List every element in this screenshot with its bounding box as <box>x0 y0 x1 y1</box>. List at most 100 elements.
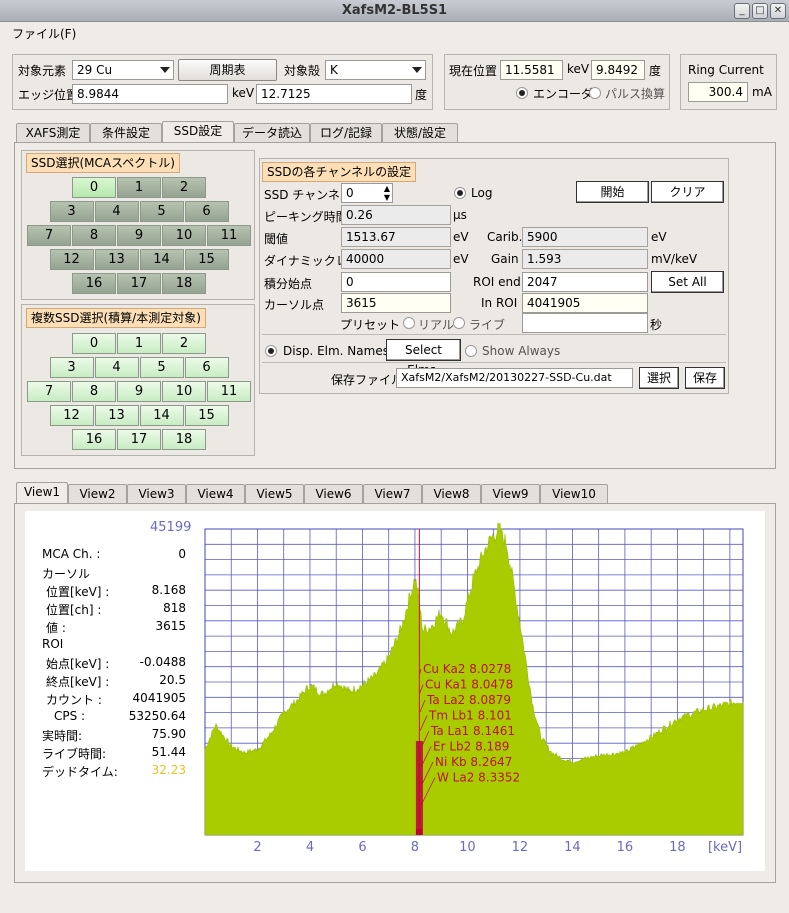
ssd-channel-button-11[interactable]: 11 <box>207 225 251 246</box>
ssd-channel-button-2[interactable]: 2 <box>162 177 206 198</box>
view-tab-8[interactable]: View8 <box>422 484 481 503</box>
spectrum-chart[interactable]: Cu Ka2 8.0278 Cu Ka1 8.0478Ta La2 8.0879 T… <box>25 511 765 871</box>
view-tab-6[interactable]: View6 <box>304 484 363 503</box>
tab-ssd[interactable]: SSD設定 <box>162 121 234 143</box>
shell-combo[interactable]: K <box>325 60 426 80</box>
multi-channel-button-5[interactable]: 5 <box>139 357 184 378</box>
threshold-unit: eV <box>453 230 469 244</box>
integ-start-field[interactable]: 0 <box>341 272 451 292</box>
view-tab-2[interactable]: View2 <box>68 484 127 503</box>
peaking-unit: μs <box>453 208 467 222</box>
multi-channel-button-9[interactable]: 9 <box>117 381 161 402</box>
edge-kev-field[interactable]: 8.9844 <box>72 84 228 104</box>
ssd-channel-button-9[interactable]: 9 <box>117 225 161 246</box>
pulse-radio[interactable] <box>589 87 601 99</box>
ssd-channel-button-10[interactable]: 10 <box>162 225 206 246</box>
ssd-channel-spin[interactable]: 0 ▲ ▼ <box>341 183 393 203</box>
ssd-channel-button-12[interactable]: 12 <box>49 249 94 270</box>
x-tick-label: 2 <box>253 840 261 855</box>
peaking-field[interactable]: 0.26 <box>341 205 451 225</box>
start-button[interactable]: 開始 <box>576 181 649 203</box>
tab-log[interactable]: ログ/記録 <box>310 123 382 142</box>
select-elms-button[interactable]: Select Elms. <box>386 339 461 377</box>
multi-channel-button-1[interactable]: 1 <box>117 333 161 354</box>
in-roi-field: 4041905 <box>522 293 648 313</box>
view-tab-7[interactable]: View7 <box>363 484 422 503</box>
ssd-channel-button-14[interactable]: 14 <box>139 249 184 270</box>
multi-channel-button-4[interactable]: 4 <box>94 357 139 378</box>
ssd-channel-button-18[interactable]: 18 <box>162 273 206 294</box>
ssd-channel-button-4[interactable]: 4 <box>94 201 139 222</box>
ssd-channel-button-7[interactable]: 7 <box>27 225 71 246</box>
multi-channel-button-15[interactable]: 15 <box>184 405 229 426</box>
threshold-label: 閾値 <box>264 232 289 246</box>
tab-data-load[interactable]: データ読込 <box>234 123 310 142</box>
multi-channel-button-2[interactable]: 2 <box>162 333 206 354</box>
ssd-channel-button-13[interactable]: 13 <box>94 249 139 270</box>
ssd-channel-button-17[interactable]: 17 <box>117 273 161 294</box>
view-tab-4[interactable]: View4 <box>186 484 245 503</box>
threshold-field[interactable]: 1513.67 <box>341 227 451 247</box>
view-tab-9[interactable]: View9 <box>481 484 540 503</box>
cursor-point-field: 3615 <box>341 293 451 313</box>
periodic-table-button[interactable]: 周期表 <box>178 59 277 81</box>
select-file-button[interactable]: 選択 <box>639 367 679 389</box>
multi-channel-button-10[interactable]: 10 <box>162 381 206 402</box>
x-tick-label: 12 <box>512 840 529 855</box>
ssd-channel-button-0[interactable]: 0 <box>72 177 116 198</box>
ssd-channel-button-1[interactable]: 1 <box>117 177 161 198</box>
gain-field[interactable]: 1.593 <box>522 249 648 269</box>
element-label: Er Lb2 8.189 <box>433 740 509 754</box>
position-kev-field: 11.5581 <box>500 60 563 80</box>
minimize-button[interactable]: _ <box>734 3 750 19</box>
live-radio[interactable] <box>453 317 465 329</box>
ssd-channel-button-3[interactable]: 3 <box>49 201 94 222</box>
ssd-channel-button-8[interactable]: 8 <box>72 225 116 246</box>
multi-channel-button-17[interactable]: 17 <box>117 429 161 450</box>
multi-channel-button-6[interactable]: 6 <box>184 357 229 378</box>
real-radio[interactable] <box>403 317 415 329</box>
show-always-radio[interactable] <box>465 345 477 357</box>
maximize-button[interactable]: □ <box>752 3 768 19</box>
element-combo[interactable]: 29 Cu <box>72 60 174 80</box>
carib-field[interactable]: 5900 <box>522 227 648 247</box>
ssd-channel-button-5[interactable]: 5 <box>139 201 184 222</box>
view-tab-1[interactable]: View1 <box>16 482 68 504</box>
multi-channel-button-13[interactable]: 13 <box>94 405 139 426</box>
multi-channel-button-8[interactable]: 8 <box>72 381 116 402</box>
dynamic-range-field[interactable]: 40000 <box>341 249 451 269</box>
multi-channel-button-18[interactable]: 18 <box>162 429 206 450</box>
view-tab-3[interactable]: View3 <box>127 484 186 503</box>
multi-channel-button-11[interactable]: 11 <box>207 381 251 402</box>
roi-end-field[interactable]: 2047 <box>522 272 648 292</box>
log-radio[interactable] <box>454 187 466 199</box>
save-button[interactable]: 保存 <box>685 367 725 389</box>
clear-button[interactable]: クリア <box>651 181 724 203</box>
edge-deg-field[interactable]: 12.7125 <box>256 84 412 104</box>
multi-channel-button-14[interactable]: 14 <box>139 405 184 426</box>
ssd-channel-button-15[interactable]: 15 <box>184 249 229 270</box>
view-tab-5[interactable]: View5 <box>245 484 304 503</box>
preset-label: プリセット <box>340 318 401 332</box>
multi-channel-button-12[interactable]: 12 <box>49 405 94 426</box>
ssd-channel-button-16[interactable]: 16 <box>72 273 116 294</box>
disp-elm-radio[interactable] <box>265 345 277 357</box>
ssd-channel-button-6[interactable]: 6 <box>184 201 229 222</box>
multi-channel-button-3[interactable]: 3 <box>49 357 94 378</box>
tab-status[interactable]: 状態/設定 <box>382 123 458 142</box>
set-all-button[interactable]: Set All <box>651 271 724 293</box>
x-tick-label: 8 <box>411 840 419 855</box>
encoder-radio[interactable] <box>516 87 528 99</box>
multi-channel-button-0[interactable]: 0 <box>72 333 116 354</box>
view-tab-10[interactable]: View10 <box>540 484 608 503</box>
tab-xafs[interactable]: XAFS測定 <box>16 123 90 142</box>
pulse-label: パルス換算 <box>605 87 666 101</box>
menu-file[interactable]: ファイル(F) <box>12 25 76 42</box>
multi-channel-button-16[interactable]: 16 <box>72 429 116 450</box>
close-button[interactable]: ✕ <box>770 3 786 19</box>
save-file-field[interactable]: XafsM2/XafsM2/20130227-SSD-Cu.dat <box>396 368 633 388</box>
x-unit-label: [keV] <box>708 840 742 855</box>
preset-field[interactable] <box>522 313 648 333</box>
multi-channel-button-7[interactable]: 7 <box>27 381 71 402</box>
tab-conditions[interactable]: 条件設定 <box>90 123 162 142</box>
